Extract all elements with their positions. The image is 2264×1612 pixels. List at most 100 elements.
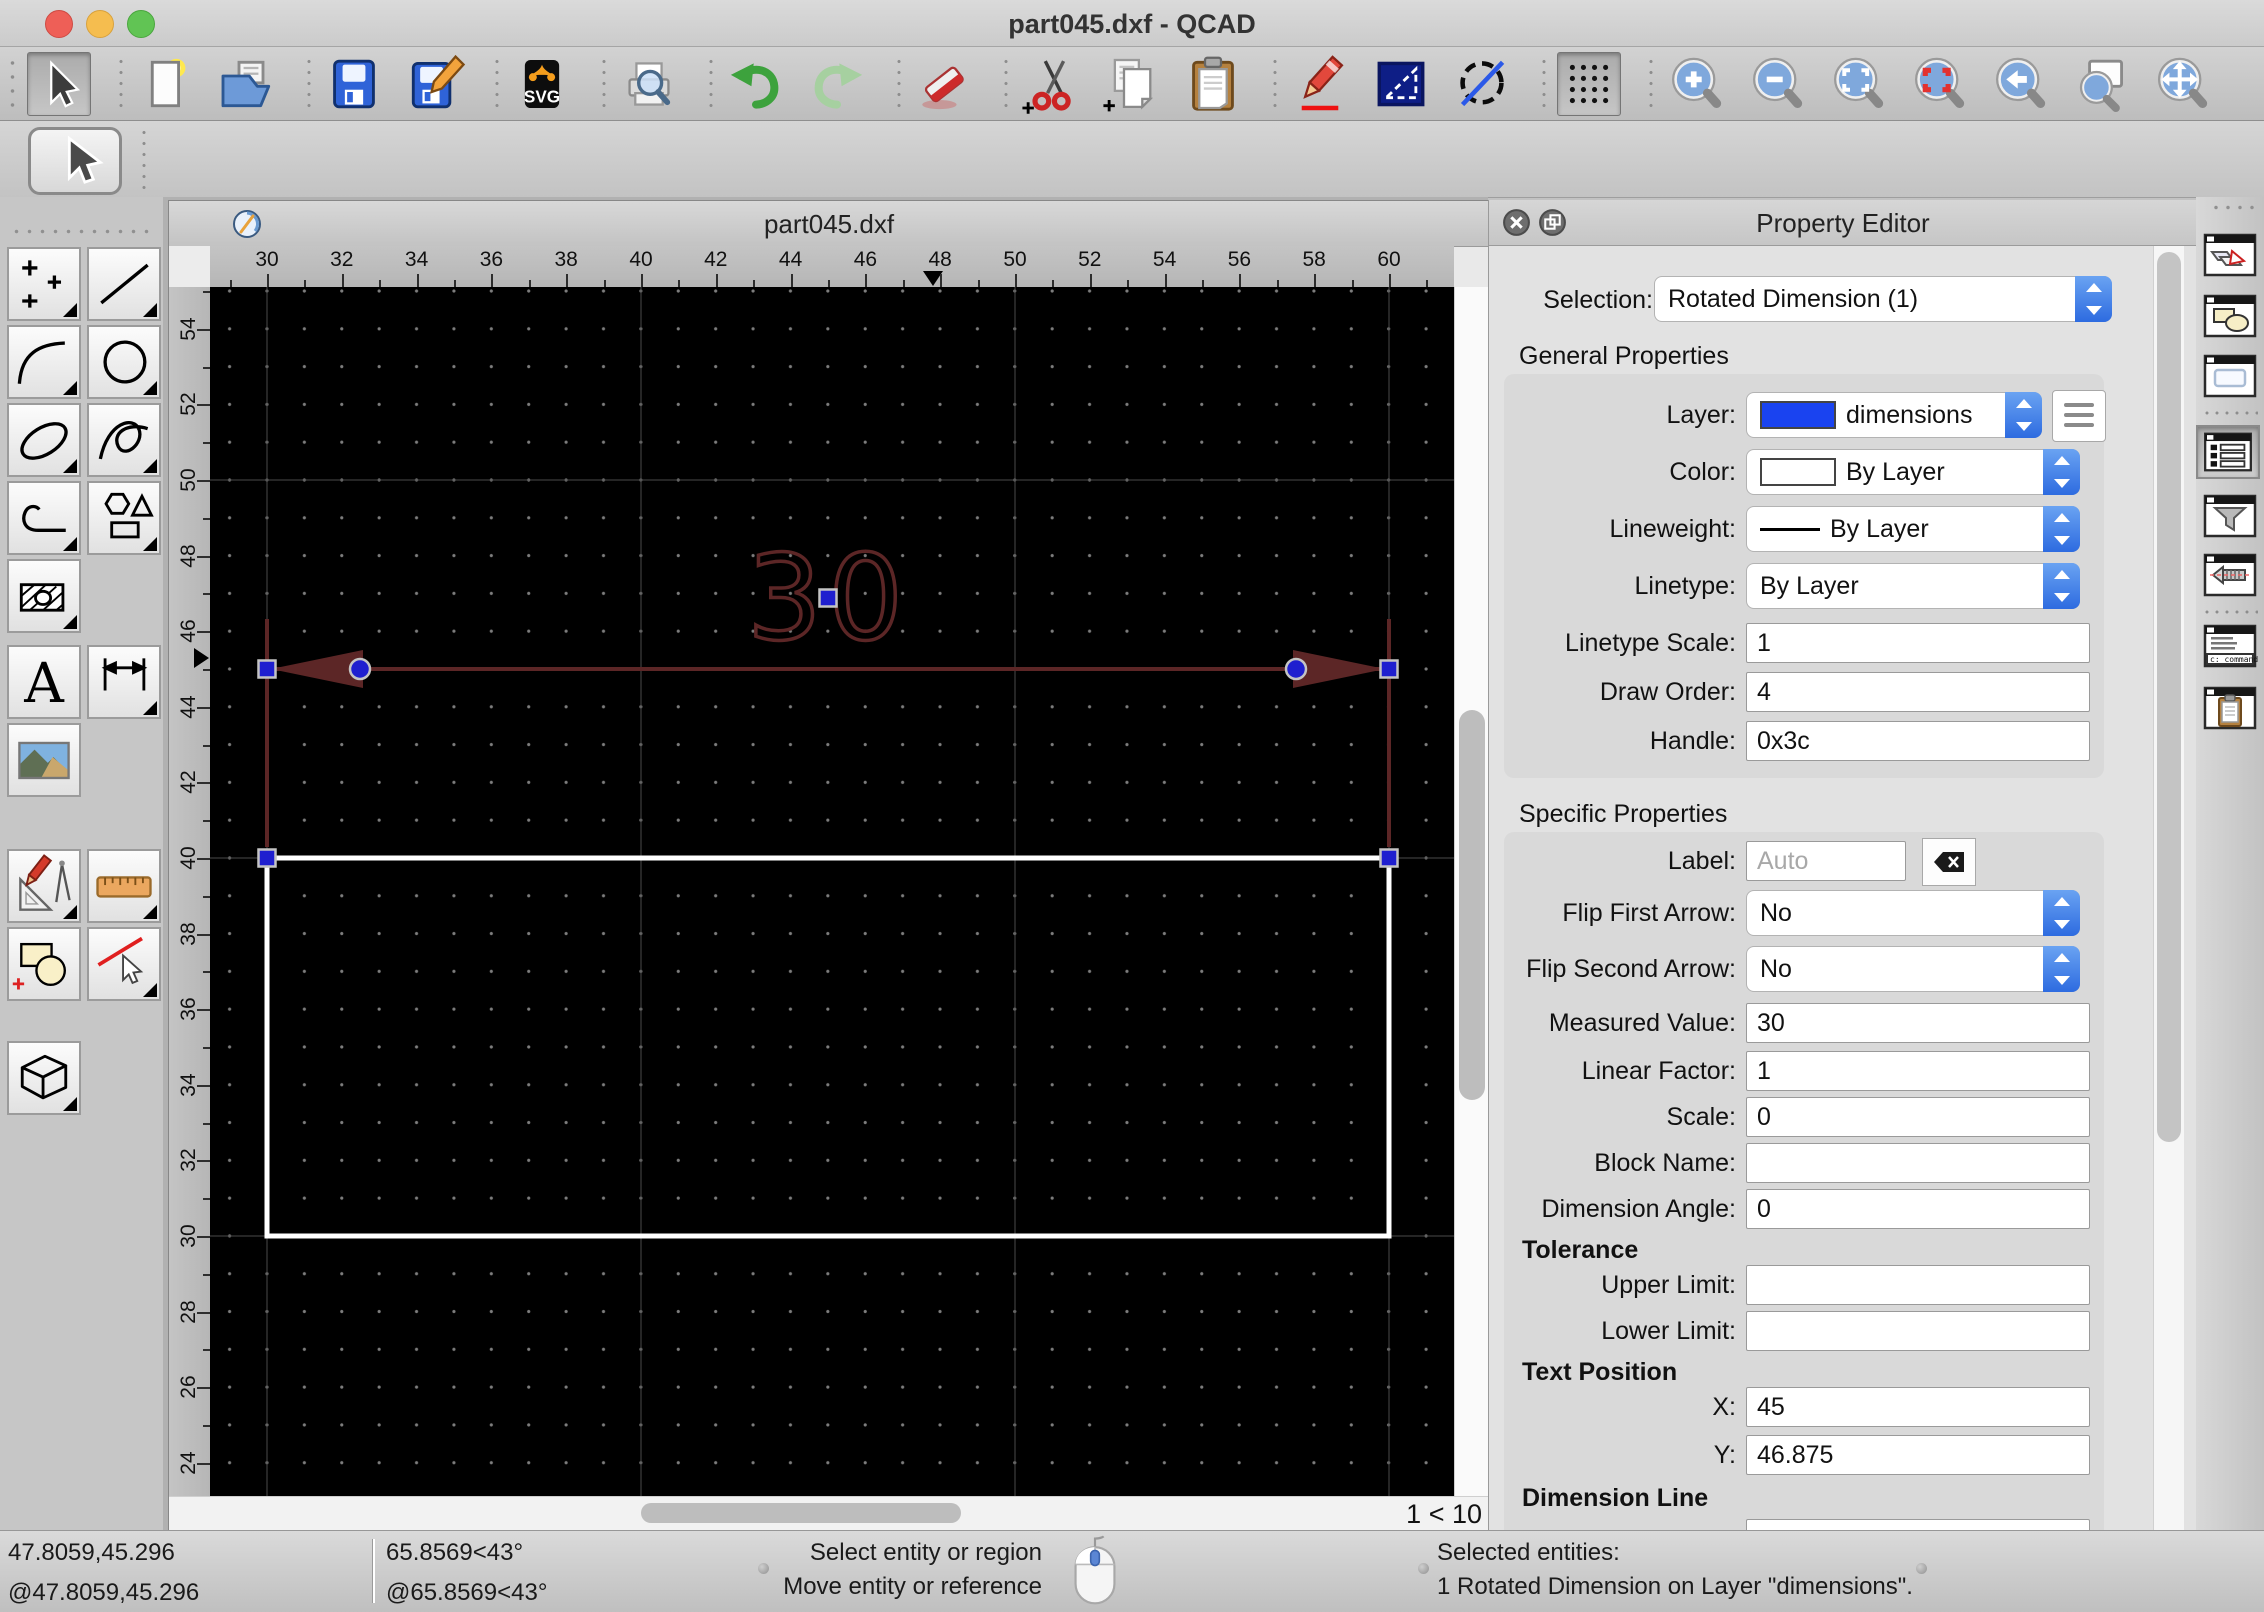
zoom-selection-button[interactable] — [1907, 52, 1971, 116]
line-tool-button[interactable] — [87, 247, 161, 321]
zoom-window-button[interactable] — [2069, 52, 2133, 116]
selection-tools-button[interactable] — [1369, 52, 1433, 116]
save-button[interactable] — [322, 52, 386, 116]
ruler-label-h: 38 — [554, 248, 578, 271]
zoom-in-button[interactable] — [1664, 52, 1728, 116]
measure-tool-button[interactable] — [87, 849, 161, 923]
linetype-combo[interactable]: By Layer — [1746, 563, 2080, 609]
clipboard-panel-toggle-button[interactable] — [2202, 685, 2258, 731]
property-panel-scrollbar-thumb[interactable] — [2157, 252, 2181, 1142]
modify-icon — [1301, 54, 1344, 110]
paste-button[interactable] — [1181, 52, 1245, 116]
property-panel-scrollbar[interactable] — [2153, 246, 2184, 1530]
delete-button[interactable] — [912, 52, 976, 116]
view-list-toggle-button[interactable] — [2202, 353, 2258, 399]
dimension-tool-button[interactable] — [87, 645, 161, 719]
chevron-up-down-icon[interactable] — [2043, 563, 2080, 609]
modify-tools-tool-button[interactable] — [7, 849, 81, 923]
image-tool-button[interactable] — [7, 723, 81, 797]
color-combo[interactable]: By Layer — [1746, 449, 2080, 495]
chevron-up-down-icon[interactable] — [2043, 890, 2080, 936]
selection-filter-toggle-button[interactable] — [2202, 493, 2258, 539]
svg-export-button[interactable]: SVG — [510, 52, 574, 116]
spline-tool-button[interactable] — [87, 403, 161, 477]
lineweight-combo[interactable]: By Layer — [1746, 506, 2080, 552]
ruler-tick — [203, 1122, 210, 1125]
sidebar-drag-handle[interactable] — [2210, 205, 2254, 210]
library-browser-toggle-button[interactable] — [2202, 552, 2258, 598]
scale-input[interactable] — [1746, 1097, 2090, 1137]
new-file-button[interactable] — [134, 52, 198, 116]
active-selection-tool-button[interactable] — [28, 127, 122, 195]
cut-button[interactable] — [1019, 52, 1083, 116]
redo-button[interactable] — [805, 52, 869, 116]
label-input[interactable] — [1746, 841, 1906, 881]
horizontal-scrollbar-thumb[interactable] — [641, 1503, 961, 1523]
circle-tool-button[interactable] — [87, 325, 161, 399]
print-preview-button[interactable] — [617, 52, 681, 116]
ruler-tick — [1426, 280, 1429, 287]
selection-arrow-button[interactable] — [27, 51, 91, 116]
draw-order-input[interactable] — [1746, 672, 2090, 712]
ellipse-tool-button[interactable] — [7, 403, 81, 477]
chevron-up-down-icon[interactable] — [2075, 276, 2112, 322]
open-file-button[interactable] — [215, 52, 279, 116]
lower-limit-input[interactable] — [1746, 1311, 2090, 1351]
palette-drag-handle[interactable] — [10, 229, 150, 234]
flip-first-arrow-combo[interactable]: No — [1746, 890, 2080, 936]
property-editor-header: Property Editor — [1489, 200, 2196, 246]
copy-button[interactable] — [1100, 52, 1164, 116]
text-tool-button[interactable]: A — [7, 645, 81, 719]
ruler-tick — [790, 274, 793, 287]
undo-button[interactable] — [724, 52, 788, 116]
backspace-icon[interactable] — [1922, 838, 1976, 886]
pan-button[interactable] — [2150, 52, 2214, 116]
arc-tool-button[interactable] — [7, 325, 81, 399]
layer-menu-button[interactable] — [2052, 390, 2106, 442]
previous-view-button[interactable] — [1988, 52, 2052, 116]
vertical-scrollbar-thumb[interactable] — [1459, 710, 1485, 1100]
block-name-input[interactable] — [1746, 1143, 2090, 1183]
ruler-label-h: 40 — [629, 248, 653, 271]
block-list-toggle-button[interactable] — [2202, 293, 2258, 339]
points-tool-button[interactable] — [7, 247, 81, 321]
property-editor-toggle-button[interactable] — [2196, 425, 2260, 479]
dimension-angle-input[interactable] — [1746, 1189, 2090, 1229]
cursor-position-marker-v — [194, 648, 209, 668]
zoom-out-button[interactable] — [1745, 52, 1809, 116]
polyline-tool-button[interactable] — [7, 481, 81, 555]
save-as-button[interactable] — [403, 52, 467, 116]
shapes-tool-button[interactable] — [87, 481, 161, 555]
clipped-input[interactable] — [1746, 1519, 2090, 1530]
modify-button[interactable] — [1288, 52, 1352, 116]
linear-factor-input[interactable] — [1746, 1051, 2090, 1091]
vertical-ruler: 54 52 50 48 46 44 42 40 38 36 34 32 30 28 26 24 — [169, 287, 211, 1496]
vertical-scrollbar[interactable] — [1454, 287, 1490, 1496]
text-x-input[interactable] — [1746, 1387, 2090, 1427]
chevron-up-down-icon[interactable] — [2005, 392, 2042, 438]
horizontal-scrollbar[interactable] — [169, 1497, 1406, 1530]
flip-second-arrow-combo[interactable]: No — [1746, 946, 2080, 992]
block-tool-button[interactable] — [7, 927, 81, 1001]
document-titlebar[interactable]: part045.dxf — [169, 201, 1489, 247]
chevron-up-down-icon[interactable] — [2043, 946, 2080, 992]
measured-value-input[interactable] — [1746, 1003, 2090, 1043]
auto-zoom-button[interactable] — [1826, 52, 1890, 116]
grid-toggle-button[interactable] — [1557, 51, 1621, 116]
layer-list-toggle-button[interactable] — [2202, 232, 2258, 278]
linetype-scale-input[interactable] — [1746, 623, 2090, 663]
text-y-input[interactable] — [1746, 1435, 2090, 1475]
toolbar-drag-handle[interactable] — [10, 55, 15, 112]
hatch-tool-button[interactable] — [7, 559, 81, 633]
drawing-canvas[interactable]: 30 — [210, 287, 1454, 1496]
chevron-up-down-icon[interactable] — [2043, 449, 2080, 495]
chevron-up-down-icon[interactable] — [2043, 506, 2080, 552]
command-line-toggle-button[interactable]: c: command — [2202, 623, 2258, 669]
handle-input[interactable] — [1746, 721, 2090, 761]
layer-combo[interactable]: dimensions — [1746, 392, 2042, 438]
upper-limit-input[interactable] — [1746, 1265, 2090, 1305]
modify-line-tool-button[interactable] — [87, 927, 161, 1001]
deselect-all-button[interactable] — [1450, 52, 1514, 116]
box3d-tool-button[interactable] — [7, 1041, 81, 1115]
selection-combo[interactable]: Rotated Dimension (1) — [1654, 276, 2112, 322]
